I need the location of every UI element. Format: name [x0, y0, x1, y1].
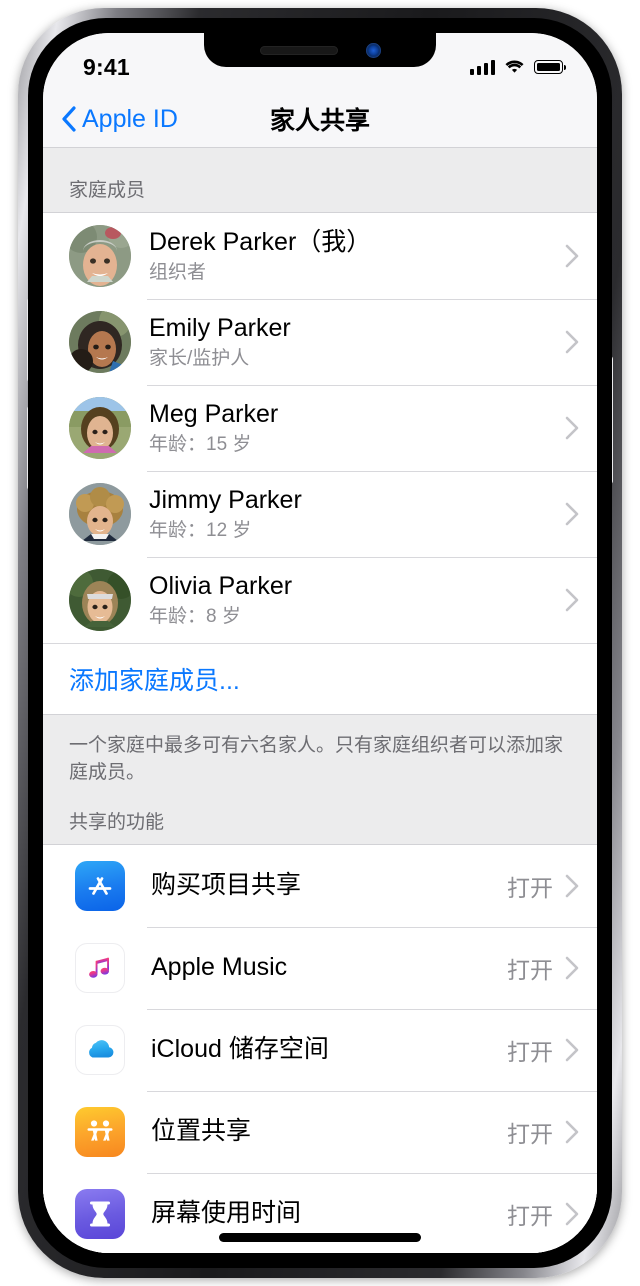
member-row-jimmy[interactable]: Jimmy Parker 年龄：12 岁: [43, 471, 597, 557]
chevron-right-icon: [565, 956, 579, 980]
app-store-icon: [75, 860, 125, 911]
member-detail: 年龄：12 岁: [149, 520, 252, 542]
feature-label: 购买项目共享: [151, 871, 302, 900]
feature-label: 屏幕使用时间: [151, 1199, 302, 1228]
earpiece-speaker-icon: [259, 45, 338, 55]
member-detail: 年龄：8 岁: [149, 606, 241, 628]
feature-status: 打开: [507, 1202, 553, 1229]
feature-status: 打开: [507, 956, 553, 983]
screen-time-icon: [75, 1188, 125, 1239]
member-name: Emily Parker: [149, 314, 291, 342]
feature-label: iCloud 储存空间: [151, 1035, 329, 1064]
chevron-left-icon: [62, 106, 76, 132]
member-name: Derek Parker（我）: [149, 228, 372, 256]
back-button[interactable]: Apple ID: [43, 105, 178, 134]
feature-info: Apple Music: [151, 938, 507, 997]
section-header-family-members: 家庭成员: [43, 147, 597, 213]
section-header-shared-features: 共享的功能: [43, 792, 597, 844]
member-detail: 年龄：15 岁: [149, 434, 252, 456]
back-button-label: Apple ID: [82, 104, 178, 133]
chevron-right-icon: [565, 502, 579, 526]
navigation-bar: Apple ID 家人共享: [43, 91, 597, 148]
avatar-olivia: [69, 569, 131, 631]
device-bezel: 9:41 Apple ID 家人共享 家庭成员 Derek Parker（我） …: [28, 18, 612, 1268]
feature-status: 打开: [507, 1038, 553, 1065]
avatar-meg: [69, 397, 131, 459]
status-time: 9:41: [83, 53, 130, 80]
avatar-jimmy: [69, 483, 131, 545]
feature-row-location-sharing[interactable]: 位置共享 打开: [43, 1090, 597, 1173]
apple-music-icon: [75, 942, 125, 993]
member-name: Jimmy Parker: [149, 486, 302, 514]
chevron-right-icon: [565, 1202, 579, 1226]
status-indicators: [469, 59, 566, 75]
feature-label: Apple Music: [151, 953, 288, 982]
settings-scroll-view[interactable]: 家庭成员 Derek Parker（我） 组织者 Emily Parker 家长…: [43, 147, 597, 1253]
family-members-footer-note: 一个家庭中最多可有六名家人。只有家庭组织者可以添加家庭成员。: [43, 714, 597, 793]
member-name: Olivia Parker: [149, 572, 293, 600]
feature-info: 位置共享: [151, 1102, 507, 1161]
chevron-right-icon: [565, 1038, 579, 1062]
chevron-right-icon: [565, 874, 579, 898]
feature-label: 位置共享: [151, 1117, 252, 1146]
home-indicator[interactable]: [219, 1233, 421, 1242]
notch: [204, 33, 436, 67]
screenshot-stage: 9:41 Apple ID 家人共享 家庭成员 Derek Parker（我） …: [0, 0, 640, 1286]
feature-row-purchase-sharing[interactable]: 购买项目共享 打开: [43, 844, 597, 927]
add-family-member-button[interactable]: 添加家庭成员...: [43, 643, 597, 714]
member-info: Derek Parker（我） 组织者: [149, 213, 565, 299]
member-info: Jimmy Parker 年龄：12 岁: [149, 471, 565, 557]
chevron-right-icon: [565, 588, 579, 612]
member-name: Meg Parker: [149, 400, 279, 428]
chevron-right-icon: [565, 244, 579, 268]
cellular-bars-icon: [469, 59, 495, 75]
wifi-icon: [505, 60, 524, 73]
find-my-icon: [75, 1106, 125, 1157]
icloud-icon: [75, 1024, 125, 1075]
battery-full-icon: [534, 60, 566, 74]
member-row-meg[interactable]: Meg Parker 年龄：15 岁: [43, 385, 597, 471]
iphone-device-frame: 9:41 Apple ID 家人共享 家庭成员 Derek Parker（我） …: [18, 8, 622, 1278]
avatar-derek: [69, 225, 131, 287]
feature-status: 打开: [507, 1120, 553, 1147]
avatar-emily: [69, 311, 131, 373]
feature-status: 打开: [507, 874, 553, 901]
member-detail: 组织者: [149, 262, 207, 284]
shared-features-list: 购买项目共享 打开 Apple Music 打开 iCloud 储存空间 打开 …: [43, 843, 597, 1253]
member-info: Olivia Parker 年龄：8 岁: [149, 557, 565, 643]
feature-info: 购买项目共享: [151, 856, 507, 915]
member-detail: 家长/监护人: [149, 348, 250, 370]
front-camera-icon: [365, 42, 381, 58]
member-row-olivia[interactable]: Olivia Parker 年龄：8 岁: [43, 557, 597, 643]
member-row-derek[interactable]: Derek Parker（我） 组织者: [43, 213, 597, 299]
member-row-emily[interactable]: Emily Parker 家长/监护人: [43, 299, 597, 385]
chevron-right-icon: [565, 416, 579, 440]
family-members-list: Derek Parker（我） 组织者 Emily Parker 家长/监护人 …: [43, 213, 597, 714]
feature-info: iCloud 储存空间: [151, 1020, 507, 1079]
chevron-right-icon: [565, 330, 579, 354]
feature-row-apple-music[interactable]: Apple Music 打开: [43, 926, 597, 1009]
member-info: Emily Parker 家长/监护人: [149, 299, 565, 385]
member-info: Meg Parker 年龄：15 岁: [149, 385, 565, 471]
chevron-right-icon: [565, 1120, 579, 1144]
device-screen: 9:41 Apple ID 家人共享 家庭成员 Derek Parker（我） …: [43, 33, 597, 1253]
feature-row-icloud-storage[interactable]: iCloud 储存空间 打开: [43, 1008, 597, 1091]
